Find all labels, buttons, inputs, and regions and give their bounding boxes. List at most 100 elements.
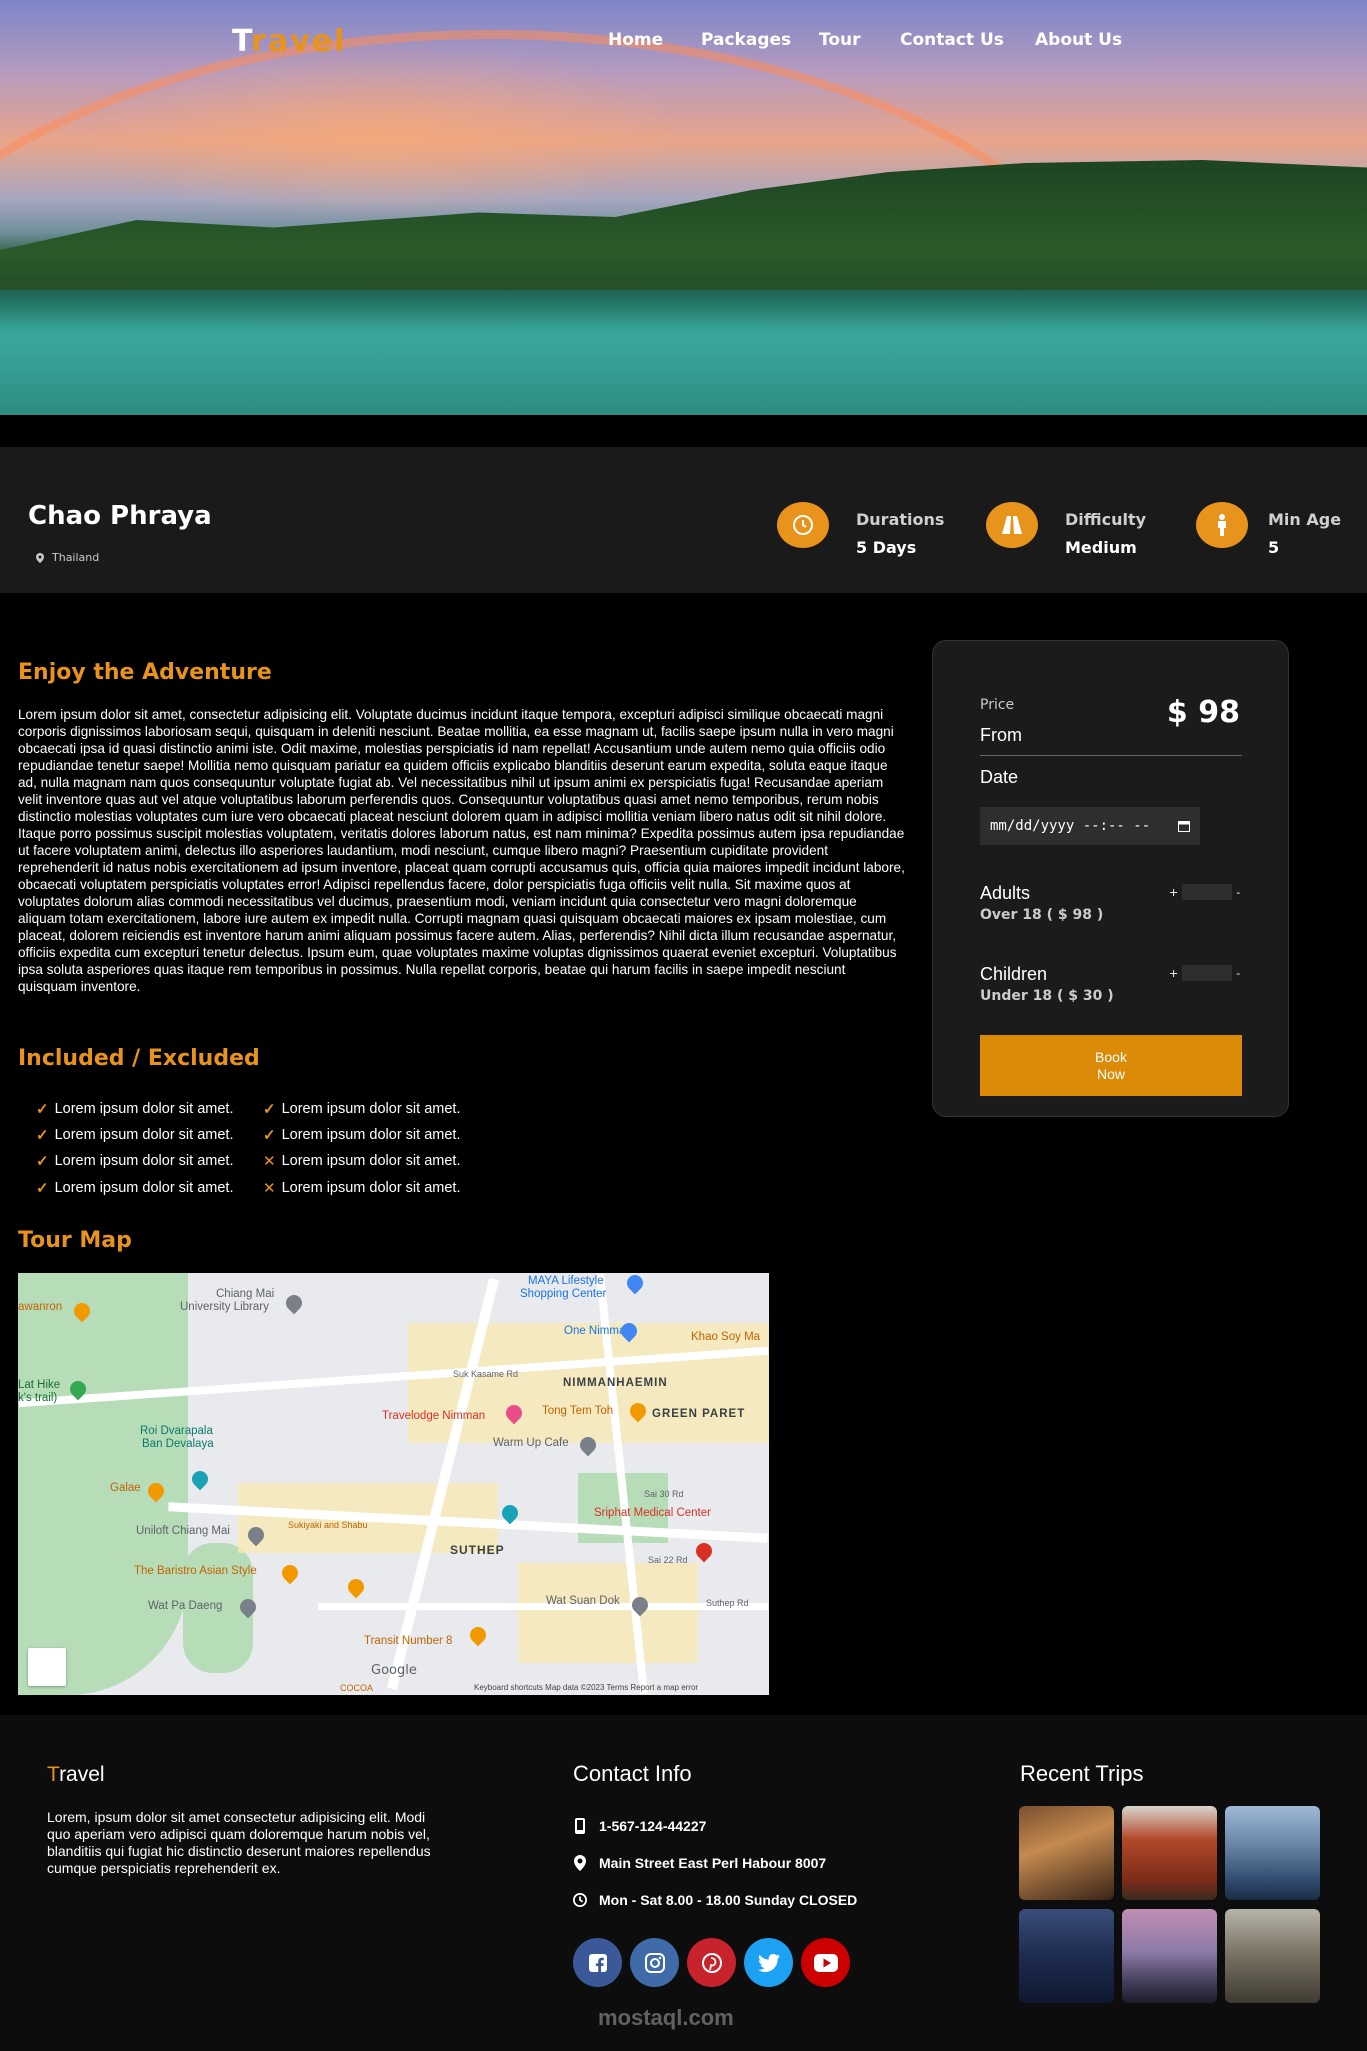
nav-packages[interactable]: Packages: [701, 30, 791, 50]
nav-home[interactable]: Home: [608, 30, 663, 50]
google-logo: Google: [371, 1663, 417, 1678]
children-price: Under 18 ( $ 30 ): [980, 988, 1114, 1004]
footer-about: Lorem, ipsum dolor sit amet consectetur …: [47, 1809, 431, 1876]
stat-min-age: Min Age 5: [1196, 502, 1341, 557]
pinterest-icon[interactable]: [687, 1938, 736, 1987]
decrement-button[interactable]: -: [1236, 967, 1240, 980]
price-amount: $ 98: [1166, 695, 1240, 730]
youtube-icon[interactable]: [801, 1938, 850, 1987]
restaurant-pin-icon[interactable]: [344, 1575, 368, 1599]
included-item: ✓ Lorem ipsum dolor sit amet.: [36, 1153, 234, 1170]
tour-title: Chao Phraya: [28, 501, 212, 531]
trip-thumbnail-palace[interactable]: [1122, 1806, 1217, 1900]
twitter-icon[interactable]: [744, 1938, 793, 1987]
divider: [980, 755, 1242, 756]
map-camera-control[interactable]: [28, 1648, 66, 1686]
included-item: ✓ Lorem ipsum dolor sit amet.: [263, 1127, 461, 1144]
included-item: ✓ Lorem ipsum dolor sit amet.: [263, 1101, 461, 1118]
check-icon: ✓: [36, 1101, 49, 1118]
social-links: [573, 1938, 858, 1987]
from-label: From: [980, 725, 1022, 745]
phone-icon: [575, 1818, 585, 1834]
cross-icon: ✕: [263, 1180, 276, 1197]
trip-thumbnail-skyline[interactable]: [1019, 1909, 1114, 2003]
adults-count-input[interactable]: [1182, 884, 1233, 900]
book-now-button[interactable]: Book Now: [980, 1035, 1242, 1096]
recent-trips-heading: Recent Trips: [1020, 1761, 1144, 1786]
clock-icon: [573, 1893, 587, 1907]
contact-info-heading: Contact Info: [573, 1761, 692, 1786]
included-item: ✓ Lorem ipsum dolor sit amet.: [36, 1127, 234, 1144]
increment-button[interactable]: +: [1169, 886, 1178, 899]
museum-pin-icon[interactable]: [188, 1467, 212, 1491]
excluded-item: ✕ Lorem ipsum dolor sit amet.: [263, 1153, 461, 1170]
children-count-input[interactable]: [1182, 965, 1233, 981]
stat-value: 5 Days: [856, 538, 917, 557]
adventure-heading: Enjoy the Adventure: [18, 660, 272, 685]
contact-phone: 1-567-124-44227: [573, 1818, 706, 1834]
check-icon: ✓: [36, 1127, 49, 1144]
hospital-pin-icon[interactable]: [692, 1539, 716, 1563]
date-time-input[interactable]: mm/dd/yyyy --:-- --: [980, 807, 1200, 845]
hero-banner: Travel Home Packages Tour Contact Us Abo…: [0, 0, 1367, 415]
map-zone: [518, 1563, 698, 1663]
stat-value: 5: [1268, 538, 1280, 557]
tour-map[interactable]: MAYA Lifestyle Shopping Center Chiang Ma…: [18, 1273, 769, 1695]
decrement-button[interactable]: -: [1236, 886, 1240, 899]
facebook-icon[interactable]: [573, 1938, 622, 1987]
nav-tour[interactable]: Tour: [819, 30, 861, 50]
children-stepper[interactable]: + -: [1169, 965, 1240, 981]
instagram-icon[interactable]: [630, 1938, 679, 1987]
included-item: ✓ Lorem ipsum dolor sit amet.: [36, 1180, 234, 1197]
booking-card: Price From $ 98 Date mm/dd/yyyy --:-- --…: [932, 640, 1289, 1117]
stat-label: Durations: [856, 510, 945, 529]
recent-trips-gallery: [1019, 1806, 1320, 2003]
stat-value: Medium: [1065, 538, 1137, 557]
site-logo[interactable]: Travel: [232, 24, 346, 59]
check-icon: ✓: [263, 1127, 276, 1144]
footer-logo[interactable]: Travel: [47, 1763, 105, 1787]
contact-address: Main Street East Perl Habour 8007: [573, 1855, 826, 1871]
included-heading: Included / Excluded: [18, 1046, 260, 1071]
date-label: Date: [980, 767, 1019, 787]
site-footer: Travel Lorem, ipsum dolor sit amet conse…: [0, 1715, 1367, 2051]
map-road: [318, 1603, 768, 1610]
map-footer-links[interactable]: Keyboard shortcuts Map data ©2023 Terms …: [474, 1683, 698, 1692]
included-item: ✓ Lorem ipsum dolor sit amet.: [36, 1101, 234, 1118]
cafe-pin-icon[interactable]: [278, 1561, 302, 1585]
check-icon: ✓: [36, 1180, 49, 1197]
children-label: Children: [980, 964, 1048, 984]
location-text: Thailand: [52, 551, 100, 564]
nav-contact-us[interactable]: Contact Us: [900, 30, 1004, 50]
adults-stepper[interactable]: + -: [1169, 884, 1240, 900]
watermark: mostaql.com: [598, 2005, 734, 2030]
contact-hours: Mon - Sat 8.00 - 18.00 Sunday CLOSED: [573, 1892, 857, 1908]
trip-thumbnail-temple[interactable]: [1225, 1909, 1320, 2003]
tour-map-heading: Tour Map: [18, 1228, 132, 1253]
road-icon: [986, 502, 1038, 548]
trip-thumbnail-coastal-city[interactable]: [1225, 1806, 1320, 1900]
stat-label: Difficulty: [1065, 510, 1147, 529]
trip-thumbnail-cathedral[interactable]: [1019, 1806, 1114, 1900]
check-icon: ✓: [263, 1101, 276, 1118]
nav-about-us[interactable]: About Us: [1035, 30, 1122, 50]
tour-location: Thailand: [36, 551, 99, 564]
increment-button[interactable]: +: [1169, 967, 1178, 980]
adults-label: Adults: [980, 883, 1031, 903]
cafe-pin-icon[interactable]: [466, 1623, 490, 1647]
trip-thumbnail-penguins[interactable]: [1122, 1909, 1217, 2003]
map-pin-icon[interactable]: [282, 1291, 306, 1315]
check-icon: ✓: [36, 1153, 49, 1170]
stat-duration: Durations 5 Days: [777, 502, 944, 557]
location-pin-icon: [574, 1855, 586, 1871]
excluded-item: ✕ Lorem ipsum dolor sit amet.: [263, 1180, 461, 1197]
price-label: Price: [980, 697, 1015, 713]
map-park: [18, 1273, 188, 1695]
calendar-icon[interactable]: [1178, 820, 1190, 832]
adults-price: Over 18 ( $ 98 ): [980, 907, 1104, 923]
cross-icon: ✕: [263, 1153, 276, 1170]
location-pin-icon: [36, 552, 44, 563]
map-pin-icon[interactable]: [623, 1273, 647, 1295]
stat-difficulty: Difficulty Medium: [986, 502, 1146, 557]
person-icon: [1196, 502, 1248, 548]
